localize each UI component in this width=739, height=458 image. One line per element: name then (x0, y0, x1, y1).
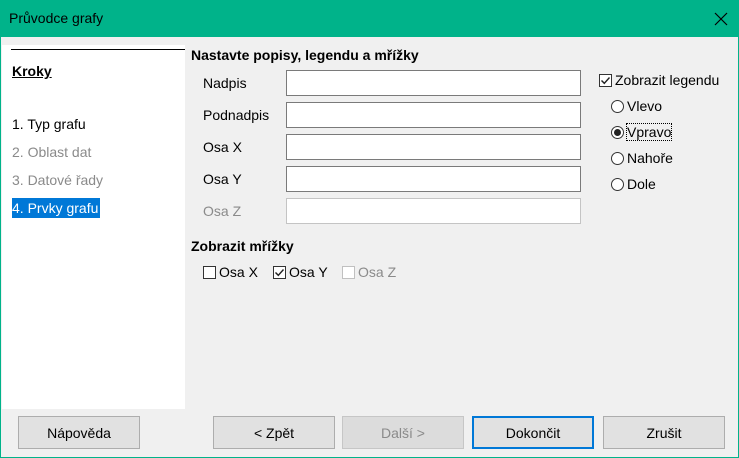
subtitle-input[interactable] (286, 102, 581, 128)
grid-z-checkbox: Osa Z (342, 264, 396, 280)
show-legend-label: Zobrazit legendu (615, 72, 720, 88)
grids-section-heading: Zobrazit mřížky (191, 238, 294, 254)
step-chart-type[interactable]: 1. Typ grafu (12, 114, 88, 134)
radio-circle (611, 151, 624, 165)
grid-y-checkbox[interactable]: Osa Y (273, 264, 328, 280)
radio-circle-selected (611, 125, 624, 139)
legend-bottom-label: Dole (627, 176, 656, 192)
radio-dot-icon (614, 128, 621, 136)
legend-right-radio[interactable]: Vpravo (611, 123, 673, 141)
checkbox-box (203, 265, 216, 279)
title-bar: Průvodce grafy (0, 0, 739, 37)
z-axis-input (286, 198, 581, 224)
cancel-button[interactable]: Zrušit (603, 416, 725, 449)
title-label: Nadpis (203, 75, 247, 91)
title-input[interactable] (286, 70, 581, 96)
legend-right-label: Vpravo (625, 123, 673, 141)
checkbox-box (342, 265, 355, 279)
radio-circle (611, 177, 624, 191)
back-button[interactable]: < Zpět (213, 416, 335, 449)
grid-x-label: Osa X (219, 264, 258, 280)
legend-top-label: Nahoře (627, 150, 673, 166)
grid-y-label: Osa Y (289, 264, 328, 280)
steps-panel: Kroky 1. Typ grafu 2. Oblast dat 3. Dato… (2, 45, 185, 409)
steps-heading: Kroky (12, 63, 52, 79)
window-title: Průvodce grafy (9, 10, 104, 26)
next-button: Další > (342, 416, 464, 449)
subtitle-label: Podnadpis (203, 107, 270, 123)
checkbox-box (599, 73, 612, 87)
step-chart-elements[interactable]: 4. Prvky grafu (12, 198, 101, 218)
grid-z-label: Osa Z (358, 264, 397, 280)
legend-left-label: Vlevo (627, 98, 663, 114)
grid-x-checkbox[interactable]: Osa X (203, 264, 258, 280)
y-axis-input[interactable] (286, 166, 581, 192)
help-button[interactable]: Nápověda (18, 416, 140, 449)
dialog-body: Kroky 1. Typ grafu 2. Oblast dat 3. Dato… (0, 37, 739, 458)
close-button[interactable] (703, 0, 739, 37)
radio-circle (611, 99, 624, 113)
step-data-range: 2. Oblast dat (12, 144, 92, 160)
legend-left-radio[interactable]: Vlevo (611, 98, 662, 114)
x-axis-label: Osa X (203, 139, 242, 155)
close-icon (714, 12, 728, 25)
finish-button[interactable]: Dokončit (472, 416, 594, 449)
checkmark-icon (275, 268, 285, 276)
step-data-series: 3. Datové řady (12, 172, 104, 188)
checkmark-icon (601, 76, 611, 84)
z-axis-label: Osa Z (203, 203, 242, 219)
y-axis-label: Osa Y (203, 171, 242, 187)
legend-bottom-radio[interactable]: Dole (611, 176, 656, 192)
titles-section-heading: Nastavte popisy, legendu a mřížky (191, 47, 419, 63)
steps-divider (11, 49, 185, 50)
x-axis-input[interactable] (286, 134, 581, 160)
legend-top-radio[interactable]: Nahoře (611, 150, 673, 166)
checkbox-box (273, 265, 286, 279)
show-legend-checkbox[interactable]: Zobrazit legendu (599, 72, 719, 88)
